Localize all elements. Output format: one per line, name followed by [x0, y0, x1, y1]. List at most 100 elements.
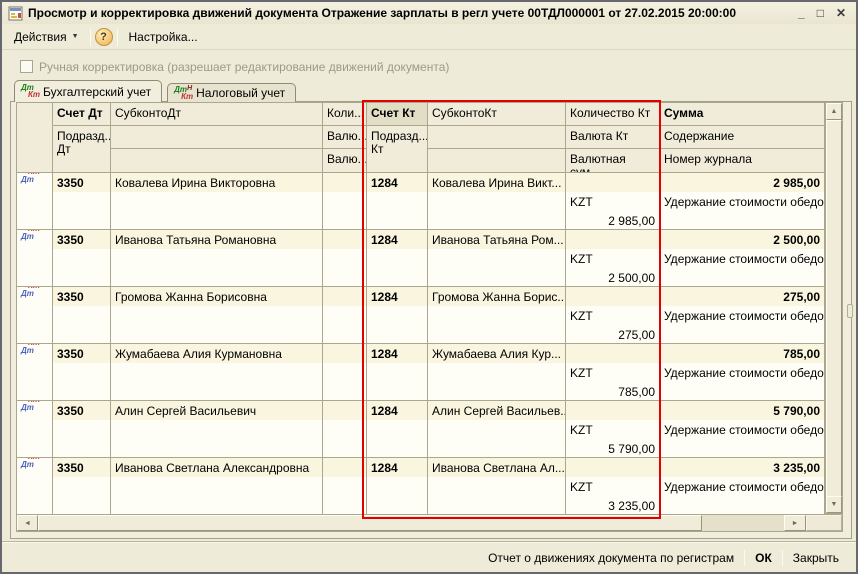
toolbar-separator [90, 28, 91, 46]
window-edge-grip[interactable] [847, 304, 853, 318]
scroll-up-button[interactable]: ▲ [826, 103, 842, 120]
cell-subkonto-kt: Ковалева Ирина Викт... [428, 173, 566, 229]
toolbar: Действия ▼ ? Настройка... [2, 24, 856, 50]
tab-tax-label: Налоговый учет [196, 86, 285, 100]
title-bar: Просмотр и корректировка движений докуме… [2, 2, 856, 24]
table-row[interactable]: Дт Кт 3350 Алин Сергей Васильевич 1284 А… [17, 401, 825, 458]
cell-kolichestvo-dt [323, 287, 367, 343]
row-posting-icon-cell: Дт Кт [17, 173, 53, 229]
maximize-button[interactable]: □ [817, 6, 824, 20]
horizontal-scrollbar[interactable]: ◄ ► [16, 514, 843, 532]
tab-bar: Дт Кт Бухгалтерский учет Дт Н Кт Налогов… [14, 80, 301, 102]
scroll-left-button[interactable]: ◄ [17, 515, 38, 531]
cell-schet-kt: 1284 [367, 287, 428, 343]
cell-summa: 2 985,00 Удержание стоимости обедов [660, 173, 825, 229]
header-schet-dt: Счет Дт Подразд... Дт [53, 103, 111, 173]
manual-adjustment-label: Ручная корректировка (разрешает редактир… [39, 60, 449, 74]
cell-summa: 2 500,00 Удержание стоимости обедов [660, 230, 825, 286]
cell-subkonto-dt: Ковалева Ирина Викторовна [111, 173, 323, 229]
table-row[interactable]: Дт Кт 3350 Жумабаева Алия Курмановна 128… [17, 344, 825, 401]
manual-adjustment-row: Ручная корректировка (разрешает редактир… [20, 59, 856, 74]
scroll-right-button[interactable]: ► [784, 515, 806, 531]
tab-accounting[interactable]: Дт Кт Бухгалтерский учет [14, 80, 162, 102]
cell-kolichestvo-kt: KZT 2 500,00 [566, 230, 660, 286]
row-posting-icon-cell: Дт Кт [17, 230, 53, 286]
cell-kolichestvo-dt [323, 344, 367, 400]
cell-kolichestvo-kt: KZT 785,00 [566, 344, 660, 400]
footer-separator [2, 541, 856, 543]
footer-button-separator [744, 550, 745, 566]
row-posting-icon-cell: Дт Кт [17, 401, 53, 457]
minimize-button[interactable]: _ [798, 6, 805, 20]
cell-subkonto-dt: Алин Сергей Васильевич [111, 401, 323, 457]
header-icon-column [17, 103, 53, 173]
cell-schet-dt: 3350 [53, 344, 111, 400]
row-posting-icon-cell: Дт Кт [17, 458, 53, 514]
vertical-scroll-thumb[interactable] [826, 120, 842, 498]
table-row[interactable]: Дт Кт 3350 Иванова Светлана Александровн… [17, 458, 825, 515]
cell-summa: 785,00 Удержание стоимости обедов [660, 344, 825, 400]
header-summa: Сумма Содержание Номер журнала [660, 103, 825, 173]
close-button[interactable]: ✕ [836, 6, 846, 20]
table-row[interactable]: Дт Кт 3350 Ковалева Ирина Викторовна 128… [17, 173, 825, 230]
document-movements-window: Просмотр и корректировка движений докуме… [0, 0, 858, 574]
cell-schet-dt: 3350 [53, 458, 111, 514]
cell-schet-dt: 3350 [53, 230, 111, 286]
close-form-button[interactable]: Закрыть [784, 547, 848, 569]
cell-subkonto-dt: Жумабаева Алия Курмановна [111, 344, 323, 400]
scrollbar-corner [806, 515, 842, 531]
window-icon [8, 6, 23, 21]
cell-kolichestvo-kt: KZT 3 235,00 [566, 458, 660, 514]
header-subkonto-dt: СубконтоДт [111, 103, 323, 173]
cell-schet-dt: 3350 [53, 401, 111, 457]
dropdown-arrow-icon: ▼ [72, 33, 79, 40]
postings-table: Счет Дт Подразд... Дт СубконтоДт Коли...… [16, 102, 825, 515]
cell-kolichestvo-dt [323, 458, 367, 514]
help-button[interactable]: ? [95, 28, 113, 46]
cell-subkonto-dt: Громова Жанна Борисовна [111, 287, 323, 343]
cell-summa: 3 235,00 Удержание стоимости обедов [660, 458, 825, 514]
actions-menu-label: Действия [14, 30, 67, 44]
cell-subkonto-kt: Жумабаева Алия Кур... [428, 344, 566, 400]
footer-button-bar: Отчет о движениях документа по регистрам… [479, 547, 848, 569]
ok-button[interactable]: ОК [746, 547, 781, 569]
cell-kolichestvo-kt: KZT 5 790,00 [566, 401, 660, 457]
row-posting-icon-cell: Дт Кт [17, 344, 53, 400]
cell-schet-kt: 1284 [367, 401, 428, 457]
cell-subkonto-kt: Алин Сергей Васильев... [428, 401, 566, 457]
toolbar-separator [117, 28, 118, 46]
table-header: Счет Дт Подразд... Дт СубконтоДт Коли...… [17, 103, 825, 173]
cell-kolichestvo-dt [323, 173, 367, 229]
settings-button[interactable]: Настройка... [122, 26, 205, 48]
table-row[interactable]: Дт Кт 3350 Громова Жанна Борисовна 1284 … [17, 287, 825, 344]
cell-kolichestvo-kt: KZT 2 985,00 [566, 173, 660, 229]
actions-menu-button[interactable]: Действия ▼ [7, 26, 86, 48]
cell-schet-kt: 1284 [367, 173, 428, 229]
header-kolichestvo-kt: Количество Кт Валюта Кт Валютная сум... [566, 103, 660, 173]
manual-adjustment-checkbox[interactable] [20, 60, 33, 73]
row-posting-icon-cell: Дт Кт [17, 287, 53, 343]
header-schet-kt: Счет Кт Подразд... Кт [367, 103, 428, 173]
cell-schet-dt: 3350 [53, 173, 111, 229]
cell-subkonto-kt: Громова Жанна Борис... [428, 287, 566, 343]
tab-accounting-label: Бухгалтерский учет [43, 85, 151, 99]
footer-button-separator [782, 550, 783, 566]
cell-kolichestvo-dt [323, 401, 367, 457]
scroll-down-button[interactable]: ▼ [826, 496, 842, 513]
tax-dt-kt-icon: Дт Н Кт [174, 86, 191, 101]
table-row[interactable]: Дт Кт 3350 Иванова Татьяна Романовна 128… [17, 230, 825, 287]
header-kolichestvo-dt: Коли... Валю... Валю... [323, 103, 367, 173]
cell-schet-kt: 1284 [367, 344, 428, 400]
table-body: Дт Кт 3350 Ковалева Ирина Викторовна 128… [17, 173, 825, 515]
cell-kolichestvo-kt: KZT 275,00 [566, 287, 660, 343]
cell-subkonto-kt: Иванова Светлана Ал... [428, 458, 566, 514]
accounting-dt-kt-icon: Дт Кт [21, 84, 38, 99]
cell-kolichestvo-dt [323, 230, 367, 286]
horizontal-scroll-thumb[interactable] [38, 515, 702, 531]
cell-summa: 5 790,00 Удержание стоимости обедов [660, 401, 825, 457]
tab-tax[interactable]: Дт Н Кт Налоговый учет [167, 83, 296, 102]
report-movements-button[interactable]: Отчет о движениях документа по регистрам [479, 547, 743, 569]
cell-summa: 275,00 Удержание стоимости обедов [660, 287, 825, 343]
vertical-scrollbar[interactable]: ▲ ▼ [825, 102, 843, 514]
cell-schet-kt: 1284 [367, 230, 428, 286]
